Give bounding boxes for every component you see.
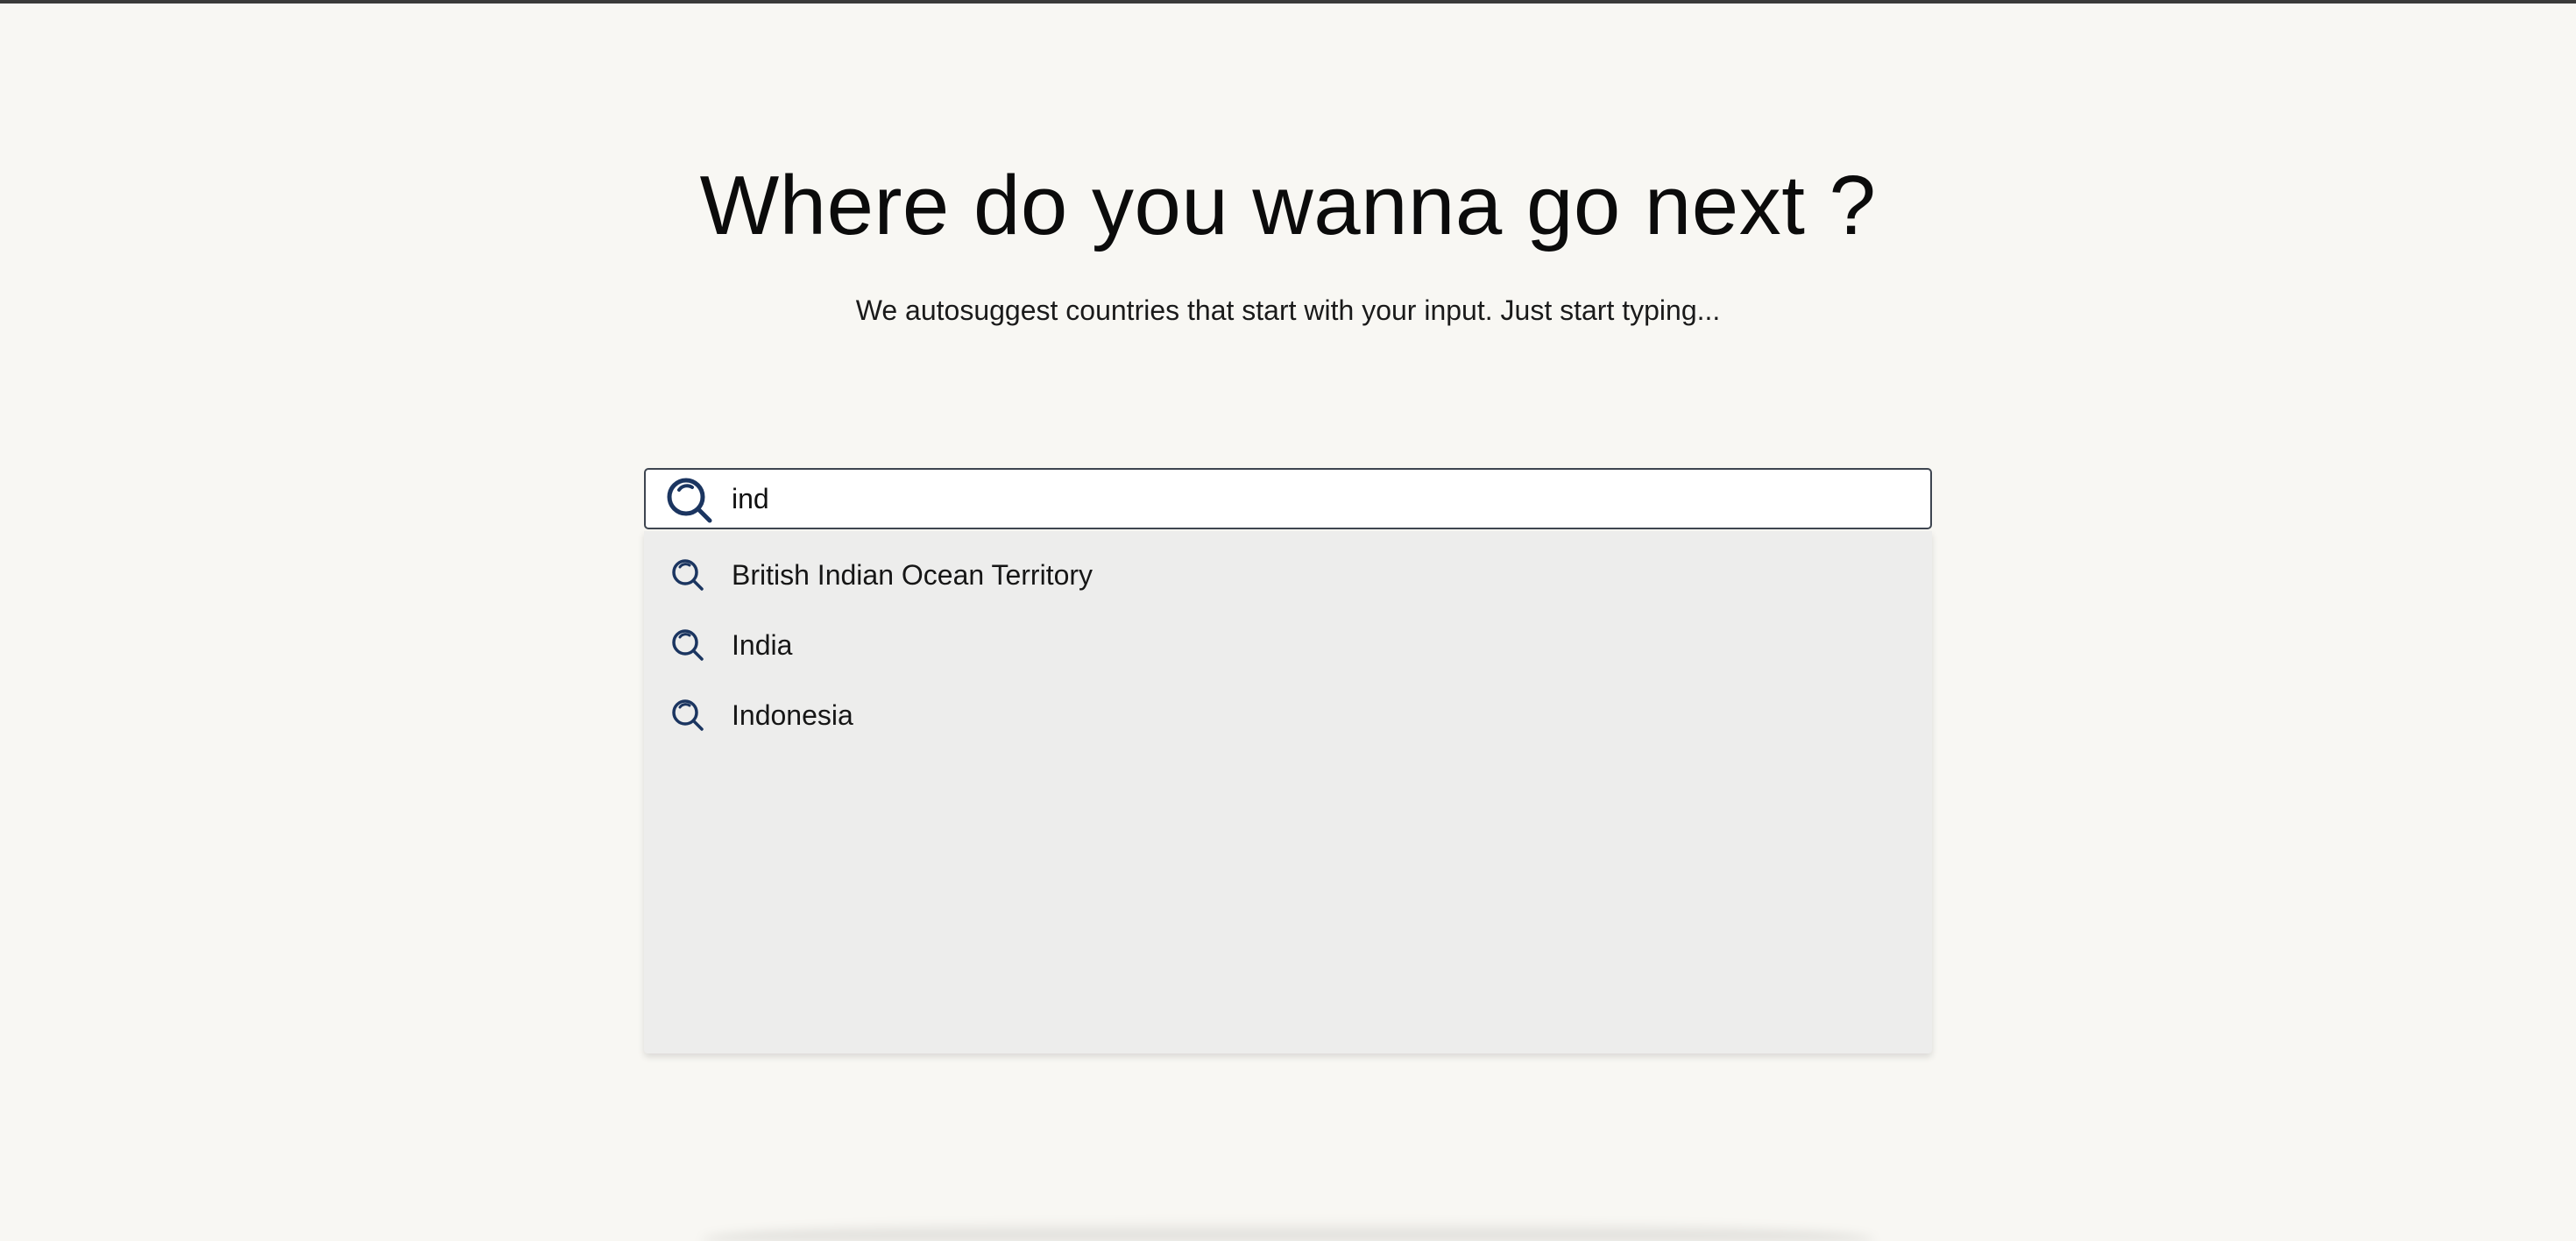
suggestions-dropdown: British Indian Ocean Territory India Ind… — [644, 531, 1932, 1053]
suggestion-item[interactable]: India — [644, 613, 1932, 684]
search-icon — [672, 559, 704, 591]
search-box[interactable] — [644, 468, 1932, 529]
suggestion-label: India — [732, 629, 793, 661]
suggestion-label: Indonesia — [732, 699, 853, 731]
hero-section: Where do you wanna go next ? We autosugg… — [0, 149, 2576, 328]
search-icon — [672, 629, 704, 661]
suggestion-item[interactable]: Indonesia — [644, 684, 1932, 754]
search-autocomplete: British Indian Ocean Territory India Ind… — [644, 468, 1932, 1053]
search-icon — [672, 699, 704, 731]
search-input[interactable] — [732, 477, 1906, 521]
page-subtitle: We autosuggest countries that start with… — [855, 294, 1721, 326]
top-border — [0, 0, 2576, 4]
bottom-shadow — [701, 1220, 1875, 1241]
suggestion-label: British Indian Ocean Territory — [732, 559, 1093, 591]
suggestion-item[interactable]: British Indian Ocean Territory — [644, 543, 1932, 613]
page-title: Where do you wanna go next ? — [699, 159, 1877, 252]
search-icon — [667, 478, 712, 523]
